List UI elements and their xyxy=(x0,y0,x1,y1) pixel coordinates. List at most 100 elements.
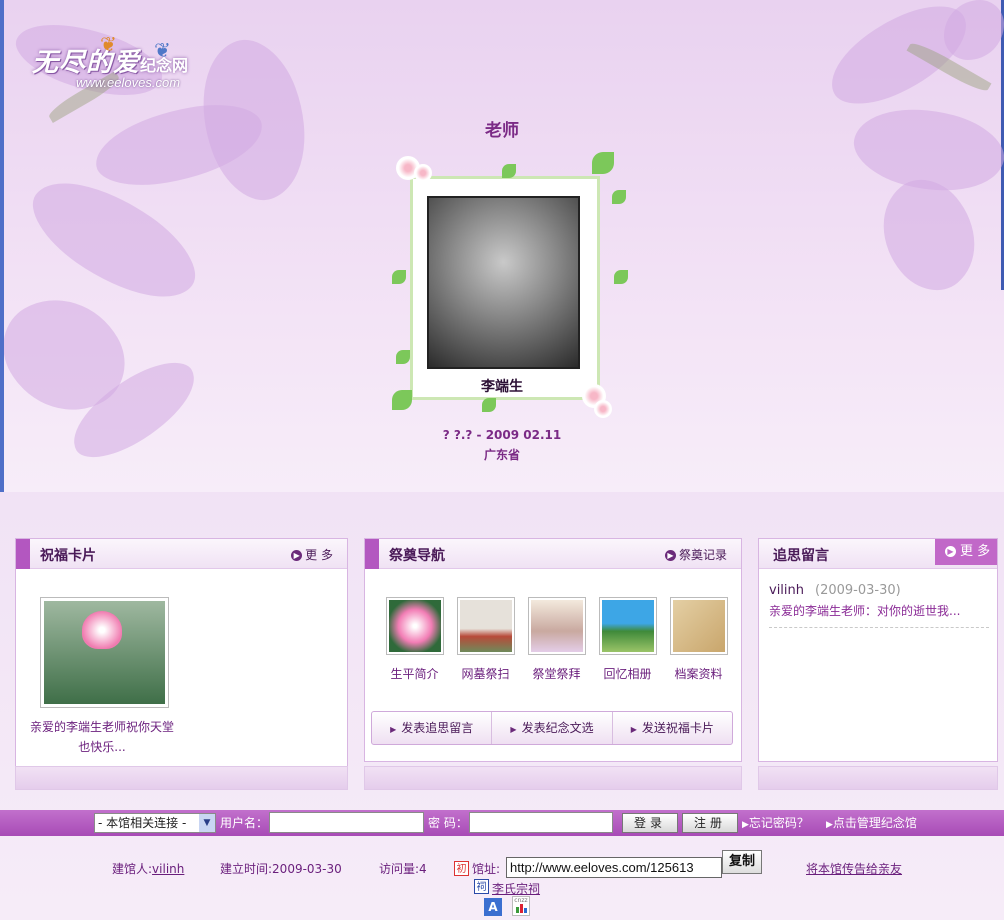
chu-badge-icon: 初 xyxy=(454,861,469,876)
message-date: (2009-03-30) xyxy=(815,583,901,598)
clan-hall-label: 李氏宗祠 xyxy=(492,882,541,896)
action-label: 发表追思留言 xyxy=(401,721,474,735)
address-label: 馆址: xyxy=(472,862,501,876)
lotus-flower xyxy=(82,611,122,649)
nav-item-archive[interactable]: 档案资料 xyxy=(663,597,734,682)
post-message-button[interactable]: ▶ 发表追思留言 xyxy=(372,712,493,744)
a-badge-icon[interactable]: A xyxy=(484,898,502,916)
related-links-select[interactable]: - 本馆相关连接 - ▼ xyxy=(94,813,216,833)
panel-shadow xyxy=(758,766,998,790)
login-button[interactable]: 登录 xyxy=(622,813,678,833)
vine-leaf xyxy=(614,270,628,284)
cnzz-label: cnzz xyxy=(514,897,528,904)
vine-leaf xyxy=(396,350,410,364)
nav-label: 网墓祭扫 xyxy=(461,667,510,681)
cnzz-stats-icon[interactable]: cnzz xyxy=(512,896,530,916)
arrow-right-icon: ▶ xyxy=(826,820,833,830)
more-link[interactable]: ▶ 更 多 xyxy=(935,539,997,565)
arrow-right-icon: ▶ xyxy=(291,550,303,561)
clan-hall-link[interactable]: 李氏宗祠 xyxy=(492,880,540,897)
action-label: 发表纪念文选 xyxy=(521,721,594,735)
bar-icon xyxy=(524,908,527,913)
panel-header: 祭奠导航 ▶ 祭奠记录 xyxy=(365,539,741,569)
nav-item-tomb[interactable]: 网墓祭扫 xyxy=(450,597,521,682)
send-card-button[interactable]: ▶ 发送祝福卡片 xyxy=(613,712,732,744)
triangle-right-icon: ▶ xyxy=(510,725,517,734)
forgot-password-link[interactable]: ▶忘记密码？ xyxy=(742,813,809,835)
vine-leaf xyxy=(592,152,614,174)
forgot-label: 忘记密码？ xyxy=(748,816,809,830)
nav-label: 祭堂祭拜 xyxy=(532,667,581,681)
panel-shadow xyxy=(364,766,742,790)
nav-item-hall[interactable]: 祭堂祭拜 xyxy=(521,597,592,682)
password-label: 密 码： xyxy=(428,816,468,830)
post-article-button[interactable]: ▶ 发表纪念文选 xyxy=(492,712,613,744)
select-value: - 本馆相关连接 - xyxy=(98,816,187,830)
header-accent xyxy=(16,539,30,569)
blessing-card-image[interactable] xyxy=(40,597,169,708)
arrow-right-icon: ▶ xyxy=(742,820,749,830)
share-link[interactable]: 将本馆传告给亲友 xyxy=(806,860,902,877)
vine-leaf xyxy=(482,398,496,412)
password-input[interactable] xyxy=(469,812,613,833)
triangle-right-icon: ▶ xyxy=(630,725,637,734)
records-link[interactable]: ▶ 祭奠记录 xyxy=(664,546,727,563)
founder-label: 建馆人: xyxy=(112,862,153,876)
nav-label: 生平简介 xyxy=(390,667,439,681)
archive-folder-image xyxy=(669,597,728,655)
logo-url: www.eeloves.com xyxy=(76,75,181,90)
panel-title: 祝福卡片 xyxy=(40,548,96,564)
nav-item-biography[interactable]: 生平简介 xyxy=(379,597,450,682)
more-label: 更 多 xyxy=(305,548,333,562)
honorific-title: 老师 xyxy=(485,121,519,141)
login-bar: - 本馆相关连接 - ▼ 用户名： 密 码： 登录 注册 ▶忘记密码？ ▶点击管理… xyxy=(0,810,1004,836)
founder-link[interactable]: vilinh xyxy=(152,862,184,876)
triangle-right-icon: ▶ xyxy=(390,725,397,734)
message-author: vilinh xyxy=(769,583,805,598)
divider xyxy=(769,627,989,628)
copy-button[interactable]: 复制 xyxy=(722,850,762,874)
tree-photo-image xyxy=(598,597,657,655)
panel-header: 追思留言 ▶ 更 多 xyxy=(759,539,997,569)
panel-title: 祭奠导航 xyxy=(389,548,445,564)
manage-memorial-link[interactable]: ▶点击管理纪念馆 xyxy=(826,813,917,835)
action-label: 发送祝福卡片 xyxy=(641,721,714,735)
lotus-image xyxy=(44,601,165,704)
vine-leaf xyxy=(392,270,406,284)
nav-item-album[interactable]: 回忆相册 xyxy=(592,597,663,682)
nav-label: 回忆相册 xyxy=(603,667,652,681)
created-date: 建立时间:2009-03-30 xyxy=(220,862,342,876)
message-excerpt[interactable]: 亲爱的李端生老师：对你的逝世我... xyxy=(769,602,960,619)
bar-icon xyxy=(516,907,519,913)
memorial-url-field[interactable]: http://www.eeloves.com/125613 xyxy=(506,857,722,878)
panel-header: 祝福卡片 ▶ 更 多 xyxy=(16,539,347,569)
register-button[interactable]: 注册 xyxy=(682,813,738,833)
panel-shadow xyxy=(15,766,348,790)
bar-icon xyxy=(520,904,523,913)
logo-text: 无尽的爱 xyxy=(32,48,141,78)
share-label: 将本馆传告给亲友 xyxy=(806,862,903,876)
portrait-photo xyxy=(427,196,580,369)
action-bar: ▶ 发表追思留言 ▶ 发表纪念文选 ▶ 发送祝福卡片 xyxy=(371,711,733,745)
arrow-right-icon: ▶ xyxy=(664,550,676,561)
chevron-down-icon: ▼ xyxy=(199,814,215,832)
username-input[interactable] xyxy=(269,812,424,833)
nav-label: 档案资料 xyxy=(674,667,723,681)
records-label: 祭奠记录 xyxy=(678,548,727,562)
butterfly-icon: ❦ xyxy=(100,32,117,56)
header-accent xyxy=(365,539,379,569)
blessing-card-text[interactable]: 亲爱的李端生老师祝你天堂也快乐... xyxy=(26,717,178,757)
life-dates: ? ?.? - 2009 02.11 xyxy=(442,428,562,442)
person-name: 李端生 xyxy=(481,379,523,395)
username-label: 用户名： xyxy=(220,816,269,830)
more-link[interactable]: ▶ 更 多 xyxy=(291,546,333,563)
tomb-image xyxy=(456,597,515,655)
flower-ornament xyxy=(414,164,432,182)
nav-items: 生平简介 网墓祭扫 祭堂祭拜 回忆相册 档案资料 xyxy=(379,597,739,682)
flower-ornament xyxy=(594,400,612,418)
arrow-right-icon: ▶ xyxy=(945,546,956,557)
founder-info: 建馆人:vilinh xyxy=(112,860,184,877)
visit-count: 访问量:4 xyxy=(379,862,427,876)
memorial-nav-panel: 祭奠导航 ▶ 祭奠记录 生平简介 网墓祭扫 祭堂祭拜 回忆相册 档案资料 ▶ 发表追… xyxy=(364,538,742,762)
more-label: 更 多 xyxy=(960,544,991,559)
